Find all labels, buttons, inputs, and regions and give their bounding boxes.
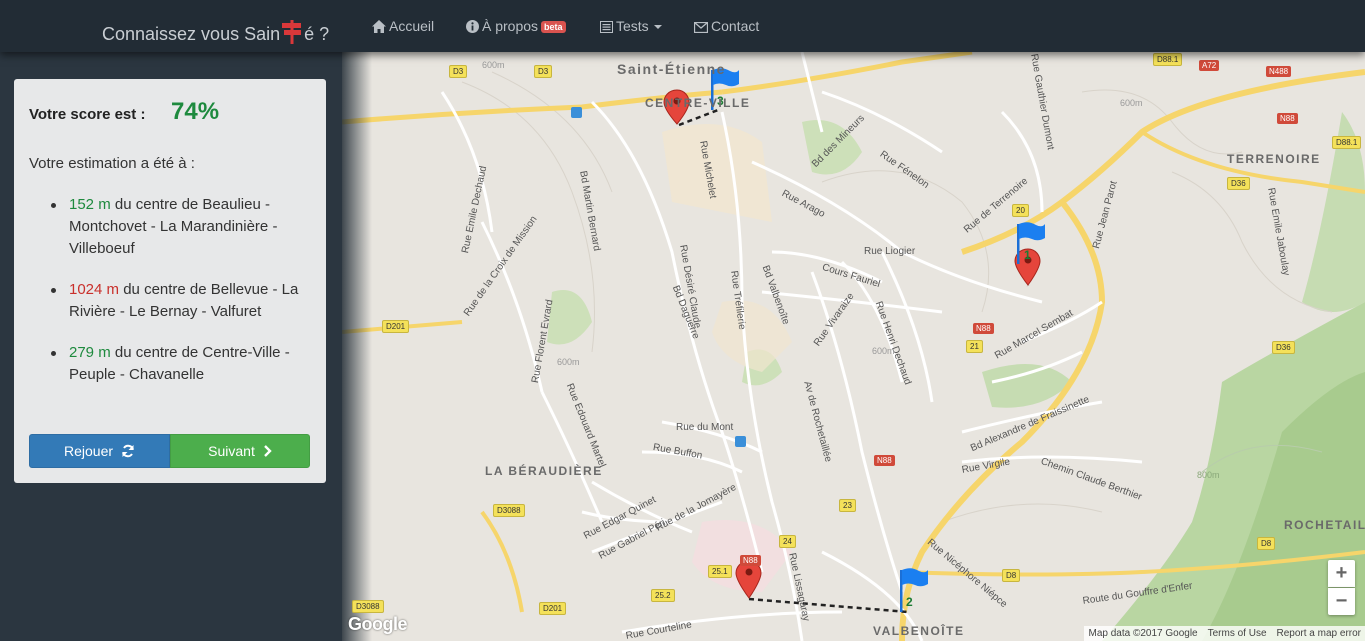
signpost-icon xyxy=(282,20,302,44)
replay-button[interactable]: Rejouer xyxy=(29,434,170,468)
street-label: Rue Liogier xyxy=(864,246,916,257)
map-view[interactable]: 3 1 2 Saint-Étienne CENTRE-VILLE TERRENO… xyxy=(342,52,1365,641)
nav-apropos[interactable]: À propos beta xyxy=(466,18,566,34)
nav-accueil-label: Accueil xyxy=(389,18,435,34)
map-attribution: Map data ©2017 Google Terms of Use Repor… xyxy=(1084,626,1365,641)
result-item: 152 m du centre de Beaulieu - Montchovet… xyxy=(49,194,319,260)
google-logo: Google xyxy=(348,614,408,634)
road-shield: 24 xyxy=(779,535,796,548)
road-shield: N88 xyxy=(740,555,761,566)
chevron-down-icon xyxy=(653,25,662,29)
info-icon xyxy=(466,20,479,33)
map-base xyxy=(342,52,1365,641)
next-label: Suivant xyxy=(208,443,255,459)
contour-label: 600m xyxy=(482,60,505,70)
terms-link[interactable]: Terms of Use xyxy=(1208,628,1267,639)
contour-label: 600m xyxy=(872,346,895,356)
score-value: 74% xyxy=(171,98,220,125)
chevron-right-icon xyxy=(263,445,272,457)
road-shield: 21 xyxy=(966,340,983,353)
road-shield: D8 xyxy=(1257,537,1276,550)
result-item: 279 m du centre de Centre-Ville - Peuple… xyxy=(49,342,319,386)
brand-text-end: é ? xyxy=(304,24,330,44)
estimation-label: Votre estimation a été à : xyxy=(29,155,195,172)
place-label: TERRENOIRE xyxy=(1227,152,1321,166)
brand-text-start: Connaissez vous Sain xyxy=(102,24,281,44)
road-shield: 25.2 xyxy=(651,589,675,602)
report-error-link[interactable]: Report a map error xyxy=(1277,628,1361,639)
place-label: CENTRE-VILLE xyxy=(645,96,751,110)
nav-apropos-label: À propos xyxy=(482,18,539,34)
nav-contact-label: Contact xyxy=(711,18,760,34)
score-label: Votre score est : xyxy=(29,106,146,123)
road-shield: D201 xyxy=(382,320,410,333)
contour-label: 600m xyxy=(557,357,580,367)
road-shield: D3 xyxy=(449,65,468,78)
nav-tests-label: Tests xyxy=(616,18,649,34)
results-list: 152 m du centre de Beaulieu - Montchovet… xyxy=(49,194,319,405)
place-label: Saint-Étienne xyxy=(617,61,726,77)
contour-label: 600m xyxy=(1120,98,1143,108)
home-icon xyxy=(372,20,386,33)
contour-label: 800m xyxy=(1197,470,1220,480)
zoom-out-button[interactable]: − xyxy=(1328,588,1355,615)
envelope-icon xyxy=(693,21,709,34)
road-shield: D36 xyxy=(1227,177,1250,190)
nav-contact[interactable]: Contact xyxy=(693,18,760,34)
nav-accueil[interactable]: Accueil xyxy=(372,18,434,34)
road-shield: D88.1 xyxy=(1332,136,1362,149)
flag-number: 1 xyxy=(1024,248,1031,262)
road-shield: 23 xyxy=(839,499,856,512)
street-label: Rue du Mont xyxy=(676,422,734,433)
road-shield: D3 xyxy=(534,65,553,78)
place-label: ROCHETAILLÉE xyxy=(1284,518,1365,532)
road-shield: N88 xyxy=(973,323,994,334)
tram-icon xyxy=(735,436,746,447)
road-shield: D36 xyxy=(1272,341,1295,354)
road-shield: D201 xyxy=(539,602,567,615)
result-distance: 152 m xyxy=(69,196,111,213)
road-shield: D8 xyxy=(1002,569,1021,582)
road-shield: N88 xyxy=(874,455,895,466)
road-shield: N88 xyxy=(1277,113,1298,124)
nav-tests-dropdown[interactable]: Tests xyxy=(600,18,662,34)
replay-label: Rejouer xyxy=(63,443,114,459)
road-shield: D3088 xyxy=(352,600,384,613)
result-distance: 1024 m xyxy=(69,281,120,298)
road-shield: D88.1 xyxy=(1153,53,1183,66)
road-shield: A72 xyxy=(1199,60,1220,71)
road-shield: 20 xyxy=(1012,204,1029,217)
result-panel: Votre score est : 74% Votre estimation a… xyxy=(14,79,326,483)
flag-number: 2 xyxy=(906,595,913,609)
beta-badge: beta xyxy=(541,21,566,33)
result-distance: 279 m xyxy=(69,344,111,361)
tram-icon xyxy=(571,107,582,118)
place-label: LA BÉRAUDIÈRE xyxy=(485,464,603,478)
zoom-in-button[interactable]: + xyxy=(1328,560,1355,587)
road-shield: 25.1 xyxy=(708,565,732,578)
result-item: 1024 m du centre de Bellevue - La Rivièr… xyxy=(49,279,319,323)
brand-title[interactable]: Connaissez vous Sain é ? xyxy=(102,18,329,45)
list-icon xyxy=(600,21,613,33)
sidebar: Votre score est : 74% Votre estimation a… xyxy=(0,52,342,641)
road-shield: D3088 xyxy=(493,504,525,517)
map-data-label: Map data ©2017 Google xyxy=(1088,628,1198,639)
road-shield: N488 xyxy=(1266,66,1292,77)
next-button[interactable]: Suivant xyxy=(170,434,310,468)
place-label: VALBENOÎTE xyxy=(873,624,965,638)
refresh-icon xyxy=(122,444,134,458)
navbar: Connaissez vous Sain é ? Accueil À propo… xyxy=(0,0,1365,52)
